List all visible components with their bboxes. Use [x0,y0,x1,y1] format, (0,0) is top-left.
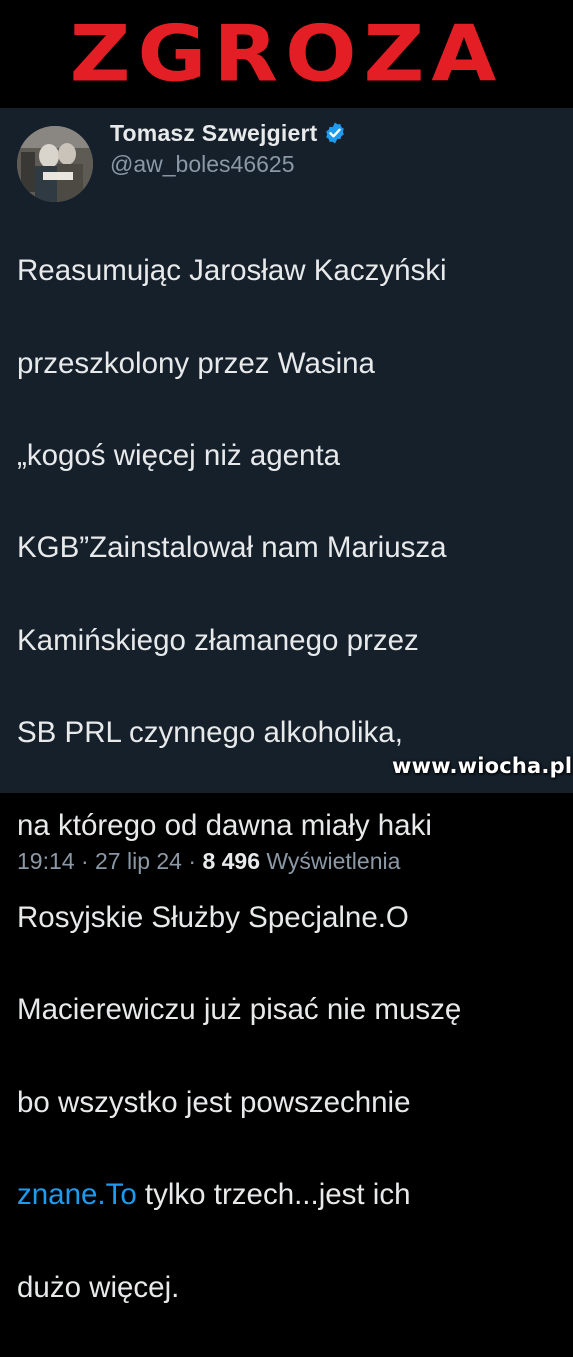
author-name-row: Tomasz Szwejgiert [110,118,347,148]
views-count: 8 496 [202,848,260,874]
tweet-text-line: „kogoś więcej niż agenta [17,439,341,473]
tweet-text-line: Rosyjskie Służby Specjalne.O [17,901,409,935]
tweet-text-line-with-link: znane.To tylko trzech...jest ich [17,1172,567,1218]
tweet-text-line: dużo więcej. [17,1270,180,1304]
tweet-text-line: na którego od dawna miały haki [17,808,432,842]
avatar[interactable] [17,126,93,202]
site-watermark: www.wiocha.pl [392,754,573,778]
views-label: Wyświetlenia [266,848,401,874]
tweet-meta: 19:14 · 27 lip 24 · 8 496 Wyświetlenia [17,848,400,875]
tweet-text-line: KGB”Zainstalował nam Mariusza [17,531,447,565]
tweet-text: Reasumując Jarosław Kaczyński przeszkolo… [17,202,567,1357]
tweet-text-fragment: tylko trzech...jest ich [136,1178,411,1212]
tweet-text-line: przeszkolony przez Wasina [17,346,375,380]
header-banner: ZGROZA [0,0,573,108]
tweet-card: Tomasz Szwejgiert @aw_boles46625 Reasumu… [0,108,573,1304]
author-handle[interactable]: @aw_boles46625 [110,151,294,178]
avatar-photo [17,126,93,202]
tweet-text-line: SB PRL czynnego alkoholika, [17,716,403,750]
meta-separator: · [80,848,96,874]
banner-title: ZGROZA [69,8,504,100]
author-name[interactable]: Tomasz Szwejgiert [110,120,317,147]
tweet-link[interactable]: znane.To [17,1178,137,1211]
tweet-text-line: Reasumując Jarosław Kaczyński [17,254,447,288]
tweet-text-line: bo wszystko jest powszechnie [17,1085,411,1119]
verified-badge-icon [326,122,345,144]
meta-separator: · [188,848,203,874]
tweet-text-line: Kamińskiego złamanego przez [17,623,419,657]
tweet-text-line: Macierewiczu już pisać nie muszę [17,993,462,1027]
tweet-date[interactable]: 27 lip 24 [95,848,182,874]
tweet-time[interactable]: 19:14 [17,848,75,874]
